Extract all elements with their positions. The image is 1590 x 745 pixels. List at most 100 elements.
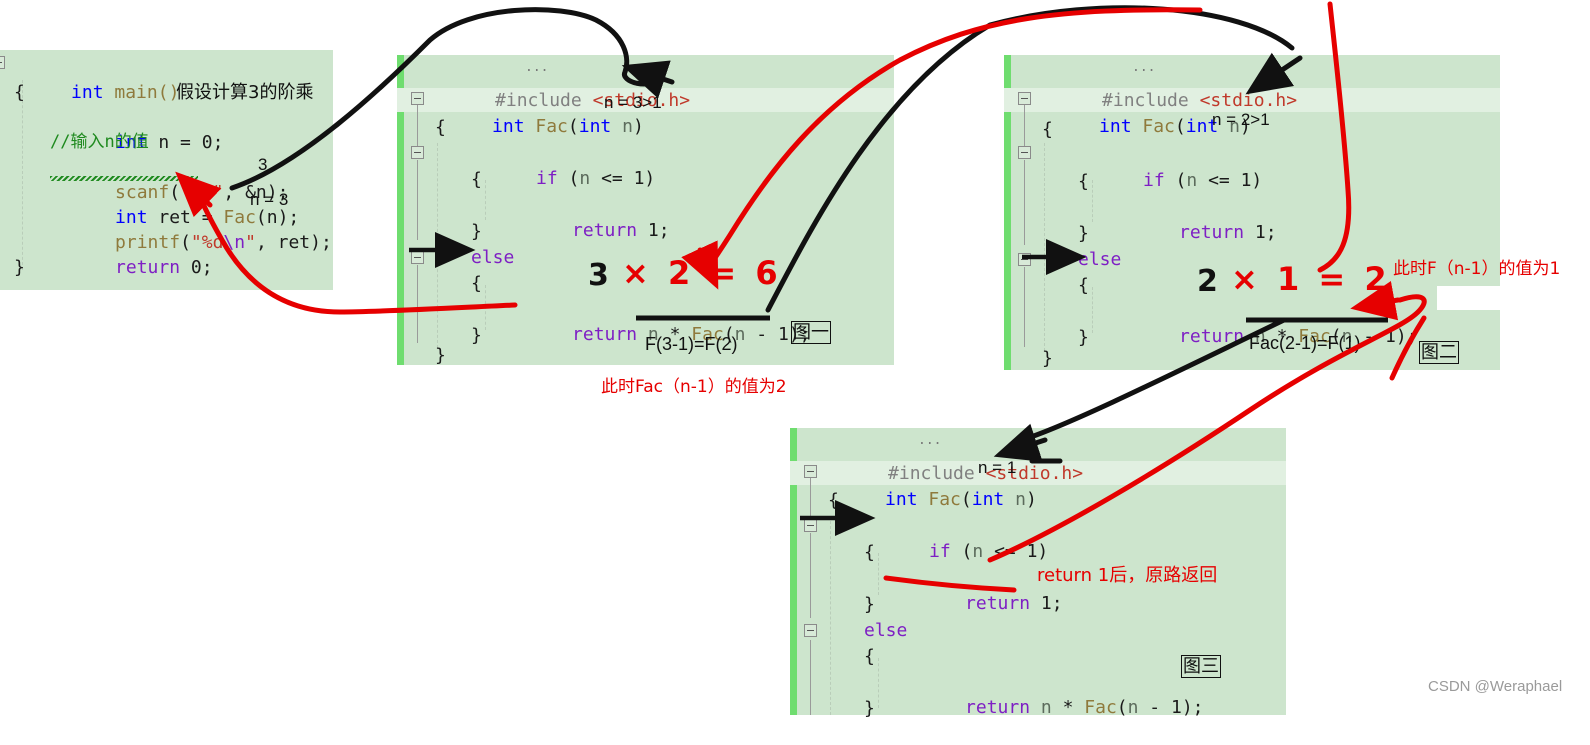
token-keyword: int [578,116,612,137]
fold-toggle-icon[interactable] [1018,146,1031,159]
code-line-main-8: return 0; [50,230,213,305]
annotation-fig2-sub-label: Fac(2-1)=F(1) [1249,333,1361,353]
annotation-fig1-mul-red: × 2 = 6 [622,254,782,292]
token-param: n [611,116,633,137]
fold-toggle-icon[interactable] [1018,92,1031,105]
code-line-else-open: { [471,273,482,294]
token-paren: ( [950,541,973,562]
code-line-if-close: } [864,594,875,615]
token-keyword: int [885,489,918,510]
token-string-end: " [245,232,256,253]
token-paren: ( [567,116,579,137]
code-line-return-recursive: return n * Fac(n - 1); [900,670,1203,745]
code-line-else: else [864,620,908,641]
annotation-fig1-red-note: 此时Fac（n-1）的值为2 [601,377,787,397]
fold-toggle-icon[interactable] [411,92,424,105]
indent-guide [830,516,831,715]
annotation-fig3-caption: 图三 [1181,652,1221,678]
token-function: Fac [917,489,961,510]
token-paren: ) [1025,489,1037,510]
fold-rail [1024,267,1025,347]
code-block-fig-two: ... #include <stdio.h> int Fac(int n) { … [1004,55,1500,370]
indent-guide [485,285,486,330]
code-line-brace-open: { [828,490,839,511]
fold-toggle-icon[interactable] [411,146,424,159]
code-line-main-9: } [14,257,25,278]
code-line-else-close: } [1078,327,1089,348]
token-paren: ( [557,168,580,189]
token-keyword: return [572,324,638,345]
indent-guide [1044,143,1045,351]
fold-toggle-icon[interactable] [804,465,817,478]
token-rest: n = 0; [147,132,224,153]
annotation-fig1-mul-black: 3 [588,258,609,293]
indent-guide [1092,287,1093,333]
annotation-main-n-value: n = 3 [250,190,289,209]
token-rest: , ret); [255,232,332,253]
token-param: n [1004,489,1026,510]
code-line-brace-open: { [435,117,446,138]
token-paren: ( [960,489,972,510]
caption-box: 图三 [1181,655,1221,678]
token-keyword: return [965,593,1031,614]
token-keyword: return [572,220,638,241]
annotation-fig1-sub-label: F(3-1)=F(2) [645,334,738,354]
token-function: main() [103,82,180,103]
fold-toggle-icon[interactable] [804,519,817,532]
fold-toggle-icon[interactable] [0,56,5,69]
fold-rail [810,640,811,715]
token-rest: 1; [637,220,670,241]
code-line-brace-close: } [435,345,446,366]
token-function: Fac [1131,116,1175,137]
diagram-canvas: int main() { int n = 0; //输入n的值 scanf("%… [0,0,1590,719]
fold-rail [417,160,418,240]
fold-toggle-icon[interactable] [411,251,424,264]
caption-box: 图二 [1419,341,1459,364]
token-rest: <= 1) [590,168,656,189]
code-line-main-4: //输入n的值 [50,132,149,152]
annotation-fig1-n: n = 3>1 [604,93,662,112]
code-line-brace-close: } [1042,348,1053,369]
code-line-if-close: } [1078,223,1089,244]
token-function: Fac [524,116,568,137]
annotation-fig2-mul-black: 2 [1197,264,1218,299]
indent-guide [878,658,879,708]
code-line-main-2: { [14,82,25,103]
fold-toggle-icon[interactable] [804,624,817,637]
token-rest: - 1); [1352,326,1418,347]
code-line-brace-open: { [1042,119,1053,140]
fold-toggle-icon[interactable] [1018,253,1031,266]
annotation-fig2-n: n = 2>1 [1212,110,1270,129]
token-keyword: int [1099,116,1132,137]
token-escape: \n [223,232,246,253]
fold-rail [1024,160,1025,245]
code-line-if-open: { [864,542,875,563]
code-line-else-open: { [1078,275,1089,296]
token-rest: <= 1) [983,541,1049,562]
code-line-else-open: { [864,646,875,667]
token-keyword: return [1179,222,1245,243]
code-line-if-open: { [1078,171,1089,192]
csdn-watermark: CSDN @Weraphael [1428,678,1563,695]
annotation-fig3-n: n = 1 [978,458,1017,477]
code-line-if-open: { [471,169,482,190]
token-keyword: int [492,116,525,137]
annotation-fig2-caption: 图二 [1419,338,1459,364]
code-line-else-close: } [864,698,875,719]
token-keyword: if [1143,170,1165,191]
annotation-fig2-red-note: 此时F（n-1）的值为1 [1393,259,1561,279]
annotation-fig2-mul-red: × 1 = 2 [1231,260,1391,298]
token-rest: 1; [1030,593,1063,614]
annotation-note-main: 假设计算3的阶乘 [176,82,314,103]
token-var: n [972,541,984,562]
token-paren: ( [1174,116,1186,137]
token-rest: <= 1) [1197,170,1263,191]
code-line-else: else [471,247,515,268]
caption-box: 图一 [791,321,831,344]
token-keyword: return [1179,326,1245,347]
fold-rail [810,533,811,618]
annotation-scanf-value: 3 [258,155,268,174]
token-paren: ( [1164,170,1187,191]
token-keyword: if [929,541,951,562]
code-line-if-close: } [471,221,482,242]
